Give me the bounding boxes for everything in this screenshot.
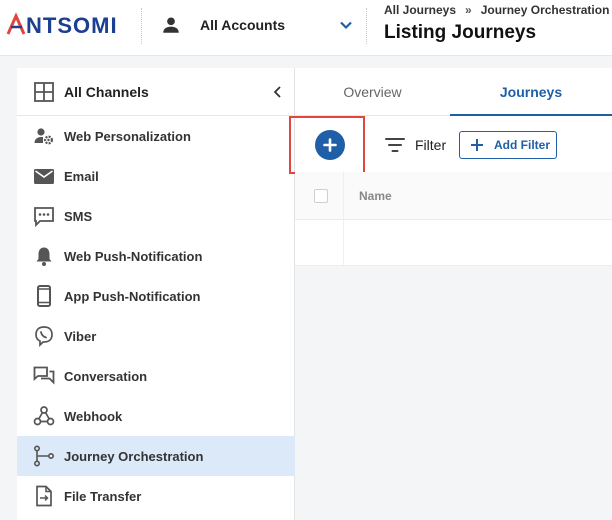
sidebar-item-label: Webhook [64, 409, 123, 424]
sidebar-item-label: File Transfer [64, 489, 142, 504]
column-divider [343, 220, 344, 266]
account-selector[interactable]: All Accounts [152, 10, 360, 40]
table-header: Name [295, 172, 612, 220]
sidebar-item-email[interactable]: Email [17, 156, 295, 196]
add-filter-label: Add Filter [494, 138, 550, 152]
envelope-icon [34, 169, 54, 184]
sidebar-item-web-personalization[interactable]: Web Personalization [17, 116, 295, 156]
user-gear-icon [34, 128, 54, 145]
column-divider [343, 172, 344, 220]
sidebar-item-label: SMS [64, 209, 93, 224]
sidebar-item-journey-orchestration[interactable]: Journey Orchestration [17, 436, 295, 476]
add-filter-button[interactable]: Add Filter [459, 131, 557, 159]
table-row [295, 220, 612, 266]
sidebar-item-viber[interactable]: Viber [17, 316, 295, 356]
sidebar-item-label: Email [64, 169, 99, 184]
antsomi-logo[interactable]: NTSOMI [6, 12, 122, 38]
breadcrumb-item[interactable]: Journey Orchestration [481, 3, 610, 17]
top-header: NTSOMI All Accounts All Journeys » Journey… [0, 0, 612, 56]
sidebar-item-webhook[interactable]: Webhook [17, 396, 295, 436]
sidebar-item-label: Journey Orchestration [64, 449, 204, 464]
select-all-checkbox[interactable] [314, 189, 328, 203]
chevron-left-icon[interactable] [270, 84, 286, 100]
sidebar-item-web-push[interactable]: Web Push-Notification [17, 236, 295, 276]
sidebar-header[interactable]: All Channels [17, 68, 294, 116]
sidebar-item-file-transfer[interactable]: File Transfer [17, 476, 295, 516]
filter-label[interactable]: Filter [415, 137, 446, 153]
smartphone-icon [37, 285, 51, 307]
sms-icon [34, 207, 54, 227]
journeys-table: Name [295, 172, 612, 266]
sidebar-item-label: App Push-Notification [64, 289, 201, 304]
svg-text:NTSOMI: NTSOMI [26, 13, 118, 38]
sidebar-item-label: Viber [64, 329, 97, 344]
tab-overview[interactable]: Overview [295, 68, 450, 116]
main-content: Overview Journeys Filter Add Filter Name [289, 68, 612, 520]
column-header-name[interactable]: Name [359, 189, 392, 203]
webhook-icon [33, 406, 55, 426]
sidebar-item-conversation[interactable]: Conversation [17, 356, 295, 396]
chevron-down-icon[interactable] [338, 17, 354, 33]
tab-journeys[interactable]: Journeys [450, 68, 612, 117]
sidebar-item-sms[interactable]: SMS [17, 196, 295, 236]
journeys-toolbar: Filter Add Filter [289, 116, 612, 174]
breadcrumb-separator: » [465, 3, 472, 17]
sidebar-item-label: Web Personalization [64, 129, 191, 144]
chat-icon [33, 366, 55, 385]
page-title: Listing Journeys [384, 22, 537, 43]
breadcrumb: All Journeys » Journey Orchestration [384, 3, 609, 17]
breadcrumb-item[interactable]: All Journeys [384, 3, 456, 17]
viber-icon [35, 326, 53, 347]
plus-icon [471, 139, 483, 151]
file-transfer-icon [36, 485, 52, 507]
person-icon [163, 17, 179, 33]
bell-icon [36, 247, 52, 266]
filter-icon[interactable] [385, 137, 405, 153]
header-divider [141, 8, 142, 44]
tab-bar: Overview Journeys [295, 68, 612, 117]
channel-sidebar: All Channels Web Personalization Email S… [17, 68, 295, 520]
account-label: All Accounts [200, 17, 286, 33]
plus-icon [323, 138, 337, 152]
create-journey-button[interactable] [315, 130, 345, 160]
sidebar-item-label: Web Push-Notification [64, 249, 203, 264]
sidebar-header-label: All Channels [64, 84, 149, 100]
sidebar-item-app-push[interactable]: App Push-Notification [17, 276, 295, 316]
header-divider [366, 8, 367, 44]
flow-icon [33, 445, 55, 467]
grid-icon [34, 82, 54, 102]
sidebar-item-label: Conversation [64, 369, 148, 384]
